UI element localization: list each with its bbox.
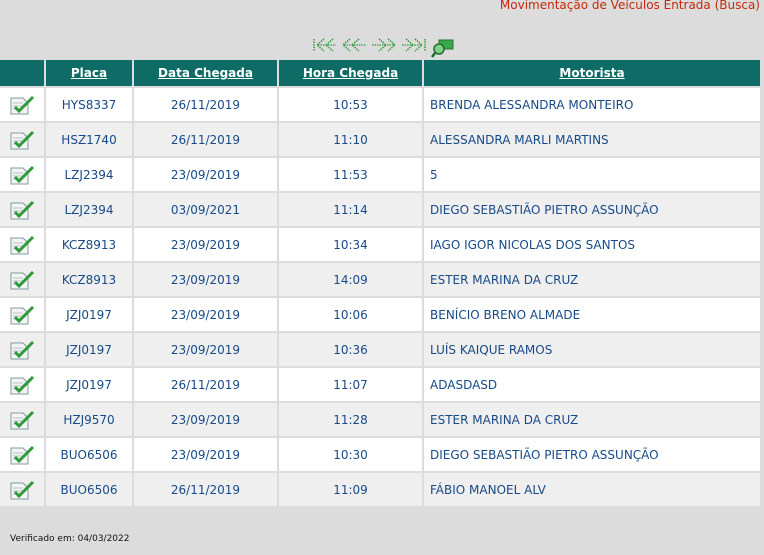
cell-placa: BUO6506	[46, 438, 132, 471]
cell-placa: KCZ8913	[46, 228, 132, 261]
cell-data-chegada: 23/09/2019	[134, 158, 277, 191]
cell-placa: JZJ0197	[46, 333, 132, 366]
edit-row-icon[interactable]	[0, 298, 44, 331]
cell-placa: HYS8337	[46, 88, 132, 121]
next-page-icon[interactable]	[370, 37, 398, 52]
cell-data-chegada: 23/09/2019	[134, 333, 277, 366]
cell-data-chegada: 26/11/2019	[134, 368, 277, 401]
edit-row-icon[interactable]	[0, 368, 44, 401]
header-hora-chegada[interactable]: Hora Chegada	[279, 60, 422, 86]
table-row[interactable]: JZJ0197 26/11/2019 11:07 ADASDASD	[0, 368, 760, 401]
cell-data-chegada: 23/09/2019	[134, 403, 277, 436]
cell-data-chegada: 26/11/2019	[134, 88, 277, 121]
first-page-icon[interactable]	[312, 37, 338, 52]
search-page-icon[interactable]	[430, 37, 456, 58]
table-row[interactable]: LZJ2394 23/09/2019 11:53 5	[0, 158, 760, 191]
header-action	[0, 60, 44, 86]
table-row[interactable]: LZJ2394 03/09/2021 11:14 DIEGO SEBASTIÃO PI…	[0, 193, 760, 226]
cell-motorista: ESTER MARINA DA CRUZ	[424, 263, 760, 296]
cell-placa: JZJ0197	[46, 368, 132, 401]
cell-motorista: BRENDA ALESSANDRA MONTEIRO	[424, 88, 760, 121]
cell-placa: KCZ8913	[46, 263, 132, 296]
cell-hora-chegada: 10:36	[279, 333, 422, 366]
cell-motorista: LUÍS KAIQUE RAMOS	[424, 333, 760, 366]
table-row[interactable]: KCZ8913 23/09/2019 14:09 ESTER MARINA DA CR…	[0, 263, 760, 296]
cell-motorista: FÁBIO MANOEL ALV	[424, 473, 760, 506]
table-row[interactable]: BUO6506 23/09/2019 10:30 DIEGO SEBASTIÃO PI…	[0, 438, 760, 471]
cell-hora-chegada: 10:53	[279, 88, 422, 121]
cell-hora-chegada: 10:34	[279, 228, 422, 261]
page-title: Movimentação de Veículos Entrada (Busca)	[499, 0, 760, 12]
cell-data-chegada: 23/09/2019	[134, 263, 277, 296]
cell-hora-chegada: 11:14	[279, 193, 422, 226]
edit-row-icon[interactable]	[0, 333, 44, 366]
table-row[interactable]: HZJ9570 23/09/2019 11:28 ESTER MARINA DA CR…	[0, 403, 760, 436]
header-data-chegada[interactable]: Data Chegada	[134, 60, 277, 86]
cell-hora-chegada: 11:07	[279, 368, 422, 401]
header-motorista[interactable]: Motorista	[424, 60, 760, 86]
table-row[interactable]: JZJ0197 23/09/2019 10:36 LUÍS KAIQUE RAMOS	[0, 333, 760, 366]
cell-placa: HSZ1740	[46, 123, 132, 156]
cell-data-chegada: 26/11/2019	[134, 473, 277, 506]
cell-motorista: ESTER MARINA DA CRUZ	[424, 403, 760, 436]
table-row[interactable]: KCZ8913 23/09/2019 10:34 IAGO IGOR NICOLAS …	[0, 228, 760, 261]
table-header-row: Placa Data Chegada Hora Chegada Motorist…	[0, 60, 760, 86]
cell-motorista: DIEGO SEBASTIÃO PIETRO ASSUNÇÃO	[424, 438, 760, 471]
edit-row-icon[interactable]	[0, 438, 44, 471]
cell-hora-chegada: 11:53	[279, 158, 422, 191]
verified-date: Verificado em: 04/03/2022	[10, 534, 130, 544]
table-row[interactable]: HYS8337 26/11/2019 10:53 BRENDA ALESSANDRA …	[0, 88, 760, 121]
cell-data-chegada: 26/11/2019	[134, 123, 277, 156]
header-placa[interactable]: Placa	[46, 60, 132, 86]
cell-data-chegada: 23/09/2019	[134, 438, 277, 471]
cell-data-chegada: 23/09/2019	[134, 228, 277, 261]
pagination-controls	[312, 34, 456, 58]
vehicles-table: Placa Data Chegada Hora Chegada Motorist…	[0, 58, 762, 508]
edit-row-icon[interactable]	[0, 88, 44, 121]
cell-placa: JZJ0197	[46, 298, 132, 331]
edit-row-icon[interactable]	[0, 473, 44, 506]
cell-hora-chegada: 11:10	[279, 123, 422, 156]
edit-row-icon[interactable]	[0, 403, 44, 436]
cell-hora-chegada: 10:06	[279, 298, 422, 331]
cell-data-chegada: 23/09/2019	[134, 298, 277, 331]
cell-motorista: ADASDASD	[424, 368, 760, 401]
edit-row-icon[interactable]	[0, 193, 44, 226]
table-row[interactable]: BUO6506 26/11/2019 11:09 FÁBIO MANOEL ALV	[0, 473, 760, 506]
edit-row-icon[interactable]	[0, 263, 44, 296]
edit-row-icon[interactable]	[0, 228, 44, 261]
cell-placa: LZJ2394	[46, 158, 132, 191]
last-page-icon[interactable]	[400, 37, 428, 52]
cell-motorista: IAGO IGOR NICOLAS DOS SANTOS	[424, 228, 760, 261]
cell-motorista: BENÍCIO BRENO ALMADE	[424, 298, 760, 331]
cell-hora-chegada: 11:28	[279, 403, 422, 436]
cell-placa: LZJ2394	[46, 193, 132, 226]
edit-row-icon[interactable]	[0, 158, 44, 191]
cell-data-chegada: 03/09/2021	[134, 193, 277, 226]
table-row[interactable]: JZJ0197 23/09/2019 10:06 BENÍCIO BRENO ALMA…	[0, 298, 760, 331]
cell-hora-chegada: 14:09	[279, 263, 422, 296]
cell-motorista: ALESSANDRA MARLI MARTINS	[424, 123, 760, 156]
previous-page-icon[interactable]	[340, 37, 368, 52]
cell-placa: HZJ9570	[46, 403, 132, 436]
cell-hora-chegada: 11:09	[279, 473, 422, 506]
cell-motorista: DIEGO SEBASTIÃO PIETRO ASSUNÇÃO	[424, 193, 760, 226]
cell-placa: BUO6506	[46, 473, 132, 506]
cell-motorista: 5	[424, 158, 760, 191]
edit-row-icon[interactable]	[0, 123, 44, 156]
cell-hora-chegada: 10:30	[279, 438, 422, 471]
table-row[interactable]: HSZ1740 26/11/2019 11:10 ALESSANDRA MARLI M…	[0, 123, 760, 156]
